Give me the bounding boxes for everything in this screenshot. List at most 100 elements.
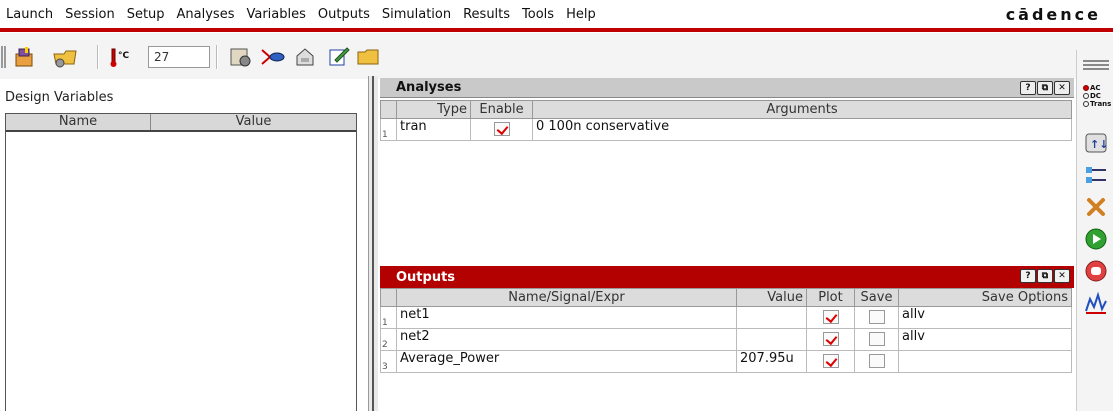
analyses-panel: Analyses ? ⧉ ✕ Type Enable Arguments 1 t… bbox=[380, 78, 1074, 264]
radio-dc[interactable]: DC bbox=[1083, 92, 1101, 100]
plot-checkbox[interactable] bbox=[822, 354, 839, 368]
close-button[interactable]: ✕ bbox=[1054, 81, 1070, 95]
menu-session[interactable]: Session bbox=[59, 7, 121, 22]
help-button[interactable]: ? bbox=[1020, 81, 1036, 95]
menu-outputs[interactable]: Outputs bbox=[312, 7, 376, 22]
analyses-title: Analyses bbox=[396, 80, 462, 95]
column-header-name-signal-expr[interactable]: Name/Signal/Expr bbox=[396, 288, 737, 307]
menu-help[interactable]: Help bbox=[560, 7, 602, 22]
right-toolbar: AC DC Trans ↑↓ bbox=[1076, 50, 1113, 411]
column-header-plot[interactable]: Plot bbox=[806, 288, 855, 307]
plot-cell bbox=[806, 328, 855, 351]
toolbar-separator bbox=[97, 45, 99, 69]
analysis-enable-cell bbox=[470, 118, 533, 141]
row-number: 2 bbox=[380, 328, 397, 351]
float-button[interactable]: ⧉ bbox=[1037, 269, 1053, 283]
enable-checkbox[interactable] bbox=[493, 122, 510, 136]
menu-simulation[interactable]: Simulation bbox=[376, 7, 457, 22]
save-cell bbox=[854, 306, 899, 329]
brand-logo: cādence bbox=[1005, 5, 1101, 24]
design-variables-table[interactable]: Name Value bbox=[5, 113, 357, 411]
outputs-panel: Outputs ? ⧉ ✕ Name/Signal/Expr Value Plo… bbox=[380, 266, 1074, 411]
column-header-save[interactable]: Save bbox=[854, 288, 899, 307]
state-icon[interactable] bbox=[292, 45, 318, 69]
row-number: 3 bbox=[380, 350, 397, 373]
table-row[interactable]: 3 Average_Power 207.95u bbox=[380, 350, 1072, 373]
output-name[interactable]: Average_Power bbox=[396, 350, 737, 373]
open-icon[interactable] bbox=[52, 45, 78, 69]
column-header-type[interactable]: Type bbox=[396, 100, 471, 119]
output-value: 207.95u bbox=[736, 350, 807, 373]
design-variables-header: Name Value bbox=[6, 114, 356, 132]
accent-divider bbox=[0, 28, 1113, 32]
output-value bbox=[736, 306, 807, 329]
analysis-arguments[interactable]: 0 100n conservative bbox=[532, 118, 1072, 141]
menu-tools[interactable]: Tools bbox=[516, 7, 560, 22]
save-checkbox[interactable] bbox=[868, 354, 885, 368]
row-number: 1 bbox=[380, 118, 397, 141]
output-save-options[interactable]: allv bbox=[898, 306, 1072, 329]
close-button[interactable]: ✕ bbox=[1054, 269, 1070, 283]
analysis-type-radios: AC DC Trans bbox=[1083, 76, 1111, 116]
outputs-title: Outputs bbox=[396, 269, 456, 285]
radio-selected-icon bbox=[1083, 85, 1089, 91]
column-header-enable[interactable]: Enable bbox=[470, 100, 533, 119]
netlist-icon[interactable]: ↑↓ bbox=[1083, 130, 1109, 156]
thermometer-icon: °C bbox=[108, 45, 134, 69]
new-session-icon[interactable] bbox=[12, 45, 38, 69]
menu-launch[interactable]: Launch bbox=[0, 7, 59, 22]
menu-variables[interactable]: Variables bbox=[240, 7, 311, 22]
save-checkbox[interactable] bbox=[868, 310, 885, 324]
table-row[interactable]: 1 net1 allv bbox=[380, 306, 1072, 329]
menu-analyses[interactable]: Analyses bbox=[171, 7, 241, 22]
menu-setup[interactable]: Setup bbox=[121, 7, 171, 22]
row-number-header bbox=[380, 288, 397, 307]
column-header-value[interactable]: Value bbox=[151, 114, 356, 130]
table-row[interactable]: 2 net2 allv bbox=[380, 328, 1072, 351]
plot-checkbox[interactable] bbox=[822, 310, 839, 324]
table-row[interactable]: 1 tran 0 100n conservative bbox=[380, 118, 1072, 141]
output-save-options[interactable]: allv bbox=[898, 328, 1072, 351]
save-checkbox[interactable] bbox=[868, 332, 885, 346]
menu-bar: Launch Session Setup Analyses Variables … bbox=[0, 0, 1113, 28]
column-header-save-options[interactable]: Save Options bbox=[898, 288, 1072, 307]
column-header-arguments[interactable]: Arguments bbox=[532, 100, 1072, 119]
column-header-name[interactable]: Name bbox=[6, 114, 151, 130]
column-header-value[interactable]: Value bbox=[736, 288, 807, 307]
radio-trans[interactable]: Trans bbox=[1083, 100, 1111, 108]
save-cell bbox=[854, 350, 899, 373]
output-save-options[interactable] bbox=[898, 350, 1072, 373]
splitter-line bbox=[372, 76, 374, 411]
analyses-header-row: Type Enable Arguments bbox=[380, 100, 1072, 119]
plot-cell bbox=[806, 306, 855, 329]
folder-icon[interactable] bbox=[356, 45, 382, 69]
simulator-icon[interactable] bbox=[228, 45, 254, 69]
help-button[interactable]: ? bbox=[1020, 269, 1036, 283]
outputs-table[interactable]: Name/Signal/Expr Value Plot Save Save Op… bbox=[380, 288, 1072, 373]
output-name[interactable]: net2 bbox=[396, 328, 737, 351]
float-button[interactable]: ⧉ bbox=[1037, 81, 1053, 95]
run-icon[interactable] bbox=[1083, 226, 1109, 252]
probe-icon[interactable] bbox=[260, 45, 286, 69]
design-variables-panel: Design Variables Name Value bbox=[0, 80, 368, 411]
toolbar-grip-icon[interactable] bbox=[1083, 60, 1109, 72]
svg-text:↑↓: ↑↓ bbox=[1090, 138, 1107, 151]
radio-ac[interactable]: AC bbox=[1083, 84, 1101, 92]
toolbar-grip-icon[interactable] bbox=[0, 45, 8, 69]
plot-checkbox[interactable] bbox=[822, 332, 839, 346]
temperature-input[interactable]: 27 bbox=[148, 46, 210, 68]
delete-icon[interactable] bbox=[1083, 194, 1109, 220]
output-name[interactable]: net1 bbox=[396, 306, 737, 329]
plot-outputs-icon[interactable] bbox=[1083, 290, 1109, 316]
stop-icon[interactable] bbox=[1083, 258, 1109, 284]
menu-results[interactable]: Results bbox=[457, 7, 516, 22]
toolbar: °C 27 bbox=[0, 33, 1113, 79]
analyses-title-bar: Analyses ? ⧉ ✕ bbox=[380, 78, 1074, 98]
edit-icon[interactable] bbox=[326, 45, 352, 69]
design-variables-title: Design Variables bbox=[5, 90, 114, 105]
setup-outputs-icon[interactable] bbox=[1083, 162, 1109, 188]
analysis-type[interactable]: tran bbox=[396, 118, 471, 141]
analyses-table[interactable]: Type Enable Arguments 1 tran 0 100n cons… bbox=[380, 100, 1072, 141]
plot-cell bbox=[806, 350, 855, 373]
save-cell bbox=[854, 328, 899, 351]
